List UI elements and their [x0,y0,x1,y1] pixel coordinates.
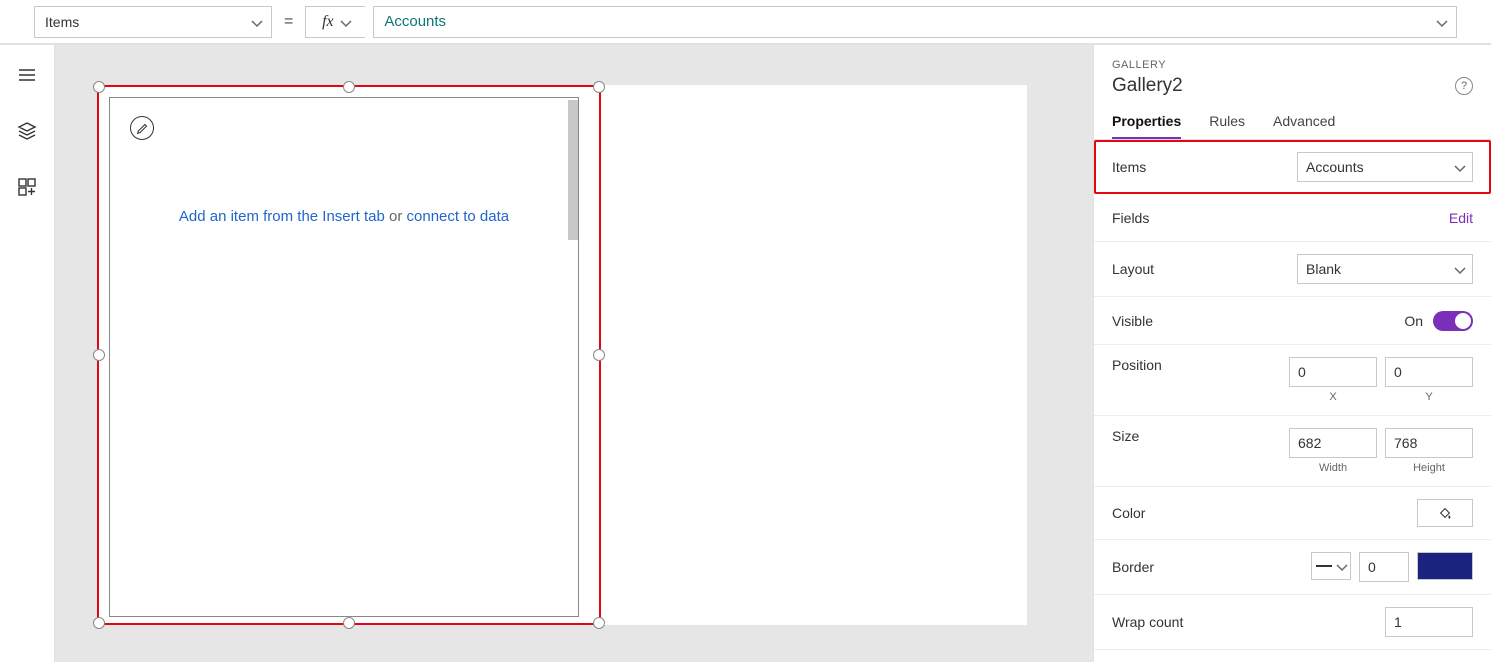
position-inputs: X Y [1289,357,1473,403]
prop-label: Visible [1112,313,1153,329]
prop-visible: Visible On [1094,297,1491,345]
resize-handle[interactable] [593,617,605,629]
toggle-switch[interactable] [1433,311,1473,331]
paint-bucket-icon [1438,506,1452,520]
border-width-input[interactable] [1359,552,1409,582]
resize-handle[interactable] [593,81,605,93]
connect-data-link[interactable]: connect to data [407,208,510,225]
prop-label: Border [1112,559,1154,575]
edit-template-button[interactable] [130,116,154,140]
prop-label: Wrap count [1112,614,1183,630]
prop-size: Size Width Height [1094,416,1491,487]
color-picker[interactable] [1417,499,1473,527]
size-inputs: Width Height [1289,428,1473,474]
tab-rules[interactable]: Rules [1209,113,1245,139]
prop-label: Items [1112,159,1146,175]
prop-items: Items Accounts [1094,140,1491,194]
items-value: Accounts [1306,159,1364,175]
layout-dropdown[interactable]: Blank [1297,254,1473,284]
chevron-down-icon [1454,162,1464,172]
chevron-down-icon [1436,17,1446,27]
fx-button[interactable]: fx [305,6,365,38]
prop-label: Fields [1112,210,1149,226]
resize-handle[interactable] [93,81,105,93]
pos-x-input[interactable] [1289,357,1377,387]
apps-icon[interactable] [17,177,37,197]
prop-label: Size [1112,428,1139,444]
size-w-label: Width [1289,462,1377,474]
prop-wrap-count: Wrap count [1094,595,1491,650]
formula-bar: Items = fx Accounts [0,0,1491,44]
resize-handle[interactable] [93,349,105,361]
chevron-down-icon [251,17,261,27]
property-dropdown-label: Items [45,14,79,30]
items-dropdown[interactable]: Accounts [1297,152,1473,182]
tab-properties[interactable]: Properties [1112,113,1181,139]
pencil-icon [136,122,149,135]
border-line-icon [1316,565,1332,567]
fields-edit-link[interactable]: Edit [1449,210,1473,226]
placeholder-or: or [385,208,407,225]
main-layout: Add an item from the Insert tab or conne… [0,44,1491,662]
border-color-picker[interactable] [1417,552,1473,580]
chevron-down-icon [1336,561,1346,571]
canvas-area[interactable]: Add an item from the Insert tab or conne… [55,45,1093,662]
property-list: Items Accounts Fields Edit Layout Blank … [1094,140,1491,662]
resize-handle[interactable] [93,617,105,629]
prop-label: Position [1112,357,1162,373]
layers-icon[interactable] [17,121,37,141]
left-toolbar [0,45,55,662]
property-dropdown[interactable]: Items [34,6,272,38]
pos-y-label: Y [1385,391,1473,403]
size-h-input[interactable] [1385,428,1473,458]
fx-icon: fx [322,13,334,31]
hamburger-icon[interactable] [17,65,37,85]
chevron-down-icon [1454,264,1464,274]
gallery-control[interactable]: Add an item from the Insert tab or conne… [109,97,579,617]
resize-handle[interactable] [343,81,355,93]
size-w-input[interactable] [1289,428,1377,458]
wrap-count-input[interactable] [1385,607,1473,637]
pos-y-input[interactable] [1385,357,1473,387]
formula-text: Accounts [384,13,446,30]
border-style-dropdown[interactable] [1311,552,1351,580]
visible-text: On [1404,313,1423,329]
prop-label: Color [1112,505,1145,521]
prop-layout: Layout Blank [1094,242,1491,297]
pane-tabs: Properties Rules Advanced [1094,113,1491,140]
pos-x-label: X [1289,391,1377,403]
layout-value: Blank [1306,261,1341,277]
visible-toggle[interactable]: On [1404,311,1473,331]
control-name: Gallery2 [1112,75,1183,97]
prop-color: Color [1094,487,1491,540]
prop-border: Border [1094,540,1491,595]
selection-outline: Add an item from the Insert tab or conne… [97,85,601,625]
help-icon[interactable]: ? [1455,77,1473,95]
pane-header: GALLERY Gallery2 ? [1094,59,1491,97]
device-screen: Add an item from the Insert tab or conne… [97,85,1027,625]
insert-link[interactable]: Add an item from the Insert tab [179,208,385,225]
equals-sign: = [280,13,297,31]
resize-handle[interactable] [593,349,605,361]
formula-input[interactable]: Accounts [373,6,1457,38]
chevron-down-icon [340,17,350,27]
gallery-placeholder: Add an item from the Insert tab or conne… [110,208,578,225]
prop-position: Position X Y [1094,345,1491,416]
size-h-label: Height [1385,462,1473,474]
tab-advanced[interactable]: Advanced [1273,113,1335,139]
control-type-label: GALLERY [1112,59,1473,71]
prop-fields: Fields Edit [1094,194,1491,242]
resize-handle[interactable] [343,617,355,629]
prop-label: Layout [1112,261,1154,277]
properties-pane: GALLERY Gallery2 ? Properties Rules Adva… [1093,45,1491,662]
